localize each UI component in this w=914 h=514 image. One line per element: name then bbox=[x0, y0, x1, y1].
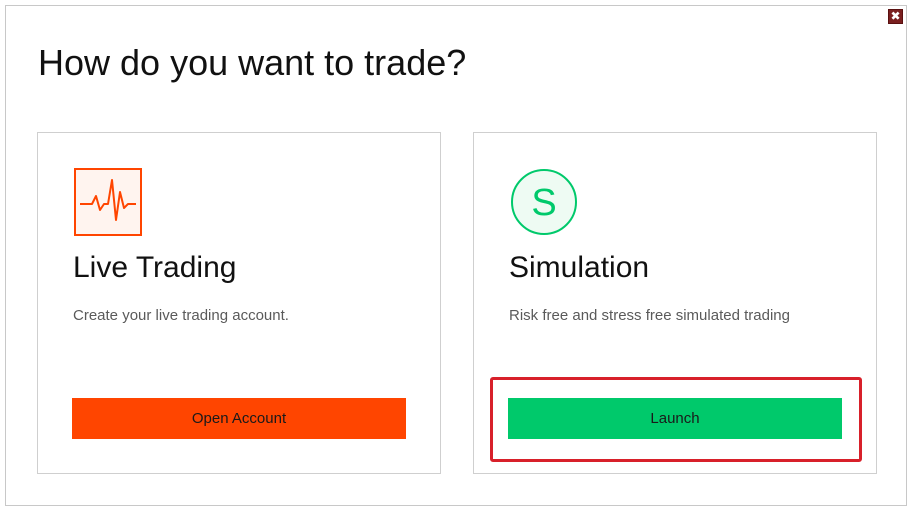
launch-button[interactable]: Launch bbox=[508, 398, 842, 439]
simulation-title: Simulation bbox=[509, 251, 650, 284]
live-trading-card: Live Trading Create your live trading ac… bbox=[37, 132, 441, 474]
live-trading-description: Create your live trading account. bbox=[73, 307, 289, 324]
dialog-title: How do you want to trade? bbox=[38, 42, 467, 83]
open-account-button[interactable]: Open Account bbox=[72, 398, 406, 439]
simulation-description: Risk free and stress free simulated trad… bbox=[509, 307, 790, 324]
simulation-card: S Simulation Risk free and stress free s… bbox=[473, 132, 877, 474]
live-trading-title: Live Trading bbox=[73, 251, 237, 284]
heartbeat-chart-icon bbox=[74, 168, 142, 236]
close-icon[interactable]: ✖ bbox=[888, 9, 903, 24]
simulation-icon-letter: S bbox=[531, 182, 556, 224]
simulation-s-icon: S bbox=[511, 169, 577, 235]
